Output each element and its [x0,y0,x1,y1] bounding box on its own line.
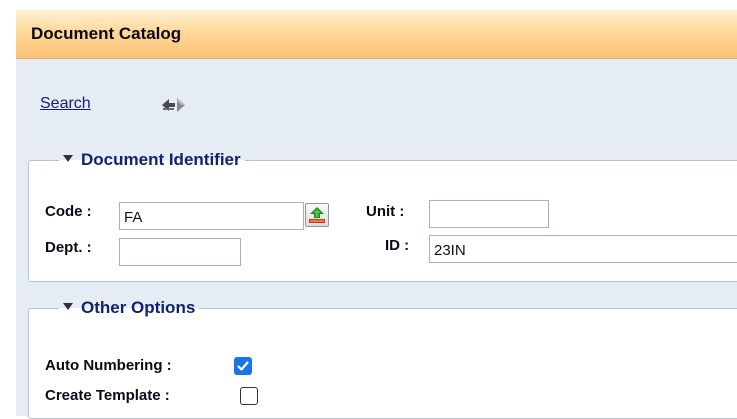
other-options-section: Other Options Auto Numbering : Create Te… [28,299,737,419]
auto-numbering-label: Auto Numbering : [45,357,172,374]
unit-input[interactable] [429,200,549,228]
page-header: Document Catalog [16,10,737,59]
dept-label: Dept. : [45,239,92,256]
create-template-label: Create Template : [45,387,170,404]
other-options-title: Other Options [81,298,196,317]
document-identifier-section: Document Identifier Code : Unit : Dept. … [28,151,737,282]
checkmark-icon [237,361,249,371]
code-label: Code : [45,203,92,220]
prev-next-arrows-icon[interactable] [160,96,188,114]
collapse-triangle-icon [63,155,73,162]
unit-label: Unit : [366,203,405,220]
id-input[interactable] [429,235,737,263]
collapse-triangle-icon [63,303,73,310]
code-input[interactable] [119,202,304,230]
upload-lookup-icon[interactable] [305,203,329,227]
id-label: ID : [385,237,410,254]
create-template-checkbox[interactable] [240,387,258,405]
other-options-legend[interactable]: Other Options [59,299,199,317]
dept-input[interactable] [119,238,241,266]
auto-numbering-checkbox[interactable] [234,357,252,375]
search-link[interactable]: Search [40,95,91,113]
document-identifier-legend[interactable]: Document Identifier [59,151,245,169]
main-panel: Search Document Identifier Code : Unit :… [16,59,737,419]
upload-arrow-icon [309,207,325,223]
page-title: Document Catalog [31,24,182,43]
document-identifier-title: Document Identifier [81,150,241,169]
